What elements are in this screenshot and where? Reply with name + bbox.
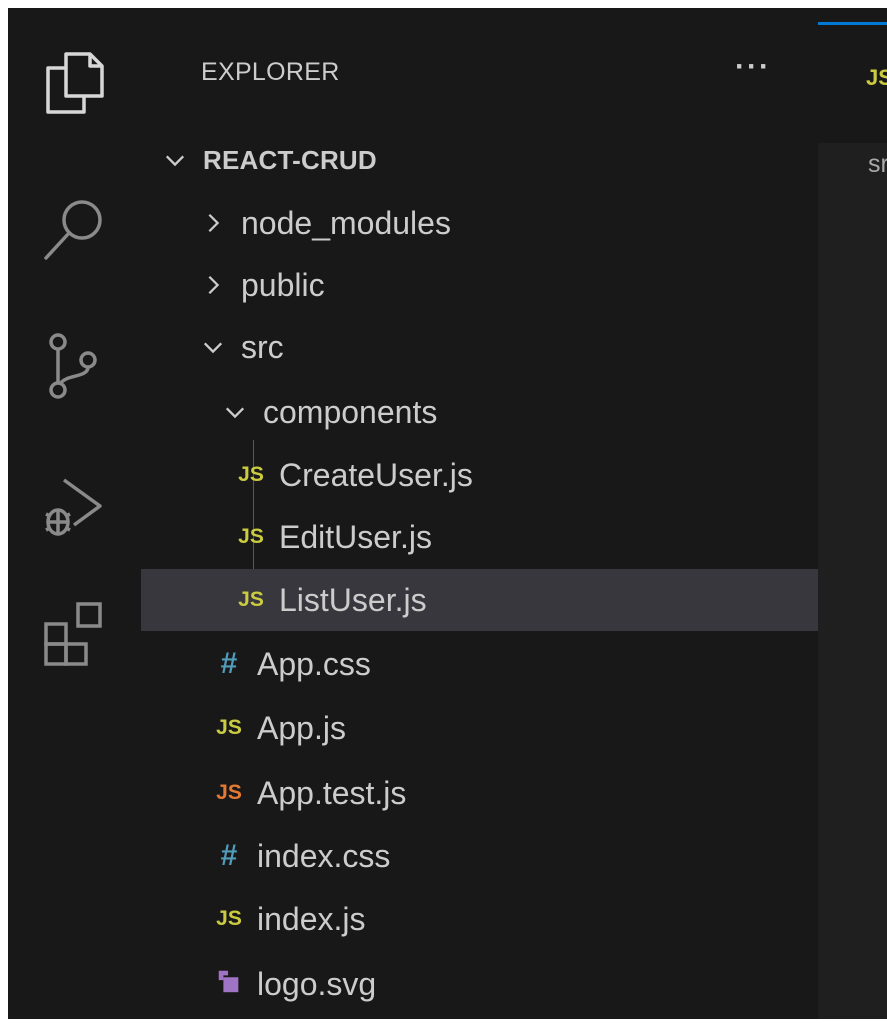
run-debug-icon[interactable] <box>34 466 114 546</box>
breadcrumb[interactable]: sr <box>868 150 887 179</box>
chevron-right-icon <box>199 271 227 299</box>
tree-item-label: ListUser.js <box>279 581 427 618</box>
tree-item-label: CreateUser.js <box>279 456 473 493</box>
tree-item-label: App.js <box>257 709 346 746</box>
js-file-icon: JS <box>238 463 264 486</box>
chevron-down-icon <box>221 398 249 426</box>
css-file-icon: # <box>220 647 238 680</box>
tree-root-label: REACT-CRUD <box>203 144 377 175</box>
active-tab-indicator <box>818 22 887 25</box>
tree-item-label: App.test.js <box>257 774 407 811</box>
explorer-icon[interactable] <box>34 42 114 122</box>
chevron-down-icon <box>161 146 189 174</box>
tree-item-label: node_modules <box>241 204 451 241</box>
tree-item-app-test-js[interactable]: JS App.test.js <box>141 762 887 824</box>
js-file-icon: JS <box>238 525 264 548</box>
tree-item-node-modules[interactable]: node_modules <box>141 192 876 254</box>
tree-item-createuser-js[interactable]: JS CreateUser.js <box>141 444 887 506</box>
tree-item-logo-svg[interactable]: logo.svg <box>141 953 887 1015</box>
tree-item-label: src <box>241 328 284 365</box>
js-file-icon: JS <box>866 65 887 90</box>
chevron-down-icon <box>199 333 227 361</box>
css-file-icon: # <box>220 839 238 872</box>
tree-item-label: components <box>263 393 438 430</box>
tree-root-react-crud[interactable]: REACT-CRUD <box>141 129 838 191</box>
tree-item-label: App.css <box>257 645 371 682</box>
activity-bar <box>8 8 142 1019</box>
tree-item-src[interactable]: src <box>141 316 876 378</box>
chevron-right-icon <box>199 209 227 237</box>
tree-item-label: public <box>241 266 325 303</box>
tree-item-components[interactable]: components <box>141 381 887 443</box>
search-icon[interactable] <box>34 190 114 270</box>
editor-tab[interactable]: JS <box>818 8 887 143</box>
tree-item-label: logo.svg <box>257 965 377 1002</box>
tree-item-public[interactable]: public <box>141 254 876 316</box>
js-file-icon: JS <box>216 716 242 739</box>
tree-item-index-js[interactable]: JS index.js <box>141 888 887 950</box>
vscode-window: EXPLORER ··· REACT-CRUD node_modules pub… <box>8 8 887 1019</box>
tree-item-label: index.js <box>257 900 366 937</box>
tree-item-listuser-js[interactable]: JS ListUser.js <box>141 569 887 631</box>
tree-item-index-css[interactable]: # index.css <box>141 825 887 887</box>
tree-item-edituser-js[interactable]: JS EditUser.js <box>141 506 887 568</box>
svg-file-icon <box>213 967 245 1001</box>
source-control-icon[interactable] <box>34 326 114 406</box>
explorer-sidebar: EXPLORER ··· REACT-CRUD node_modules pub… <box>141 8 887 1019</box>
more-actions-button[interactable]: ··· <box>735 52 771 82</box>
explorer-header: EXPLORER <box>201 58 340 86</box>
js-file-icon: JS <box>216 907 242 930</box>
editor-area: JS sr <box>818 8 887 1019</box>
tree-item-app-js[interactable]: JS App.js <box>141 697 887 759</box>
tree-item-app-css[interactable]: # App.css <box>141 633 887 695</box>
tree-item-label: EditUser.js <box>279 518 432 555</box>
tree-item-label: index.css <box>257 837 391 874</box>
js-test-file-icon: JS <box>216 781 242 804</box>
extensions-icon[interactable] <box>34 594 114 674</box>
js-file-icon: JS <box>238 588 264 611</box>
